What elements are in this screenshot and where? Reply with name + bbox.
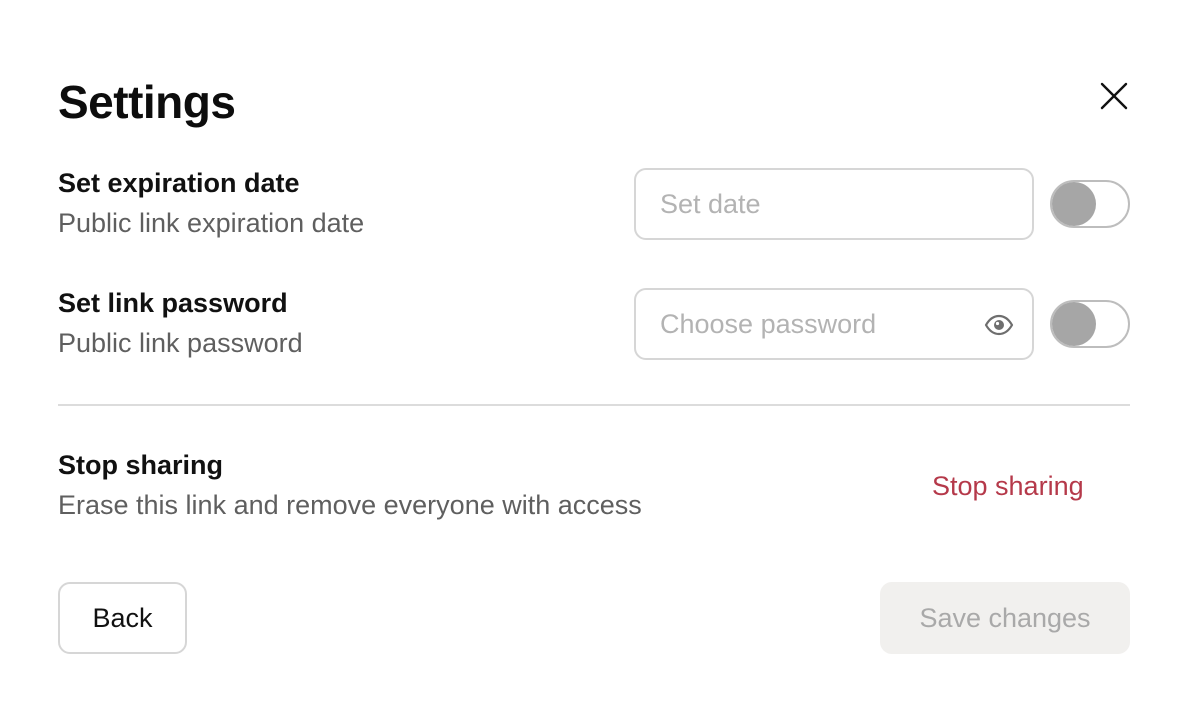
back-button[interactable]: Back bbox=[58, 582, 187, 654]
password-label-group: Set link password Public link password bbox=[58, 286, 303, 360]
expiration-subtitle: Public link expiration date bbox=[58, 208, 365, 238]
stop-sharing-button[interactable]: Stop sharing bbox=[932, 468, 1084, 504]
expiration-date-field[interactable] bbox=[634, 168, 1034, 240]
expiration-toggle[interactable] bbox=[1050, 180, 1130, 228]
password-field[interactable] bbox=[634, 288, 1034, 360]
settings-dialog: Settings Set expiration date Public link… bbox=[0, 0, 1186, 714]
password-toggle[interactable] bbox=[1050, 300, 1130, 348]
password-subtitle: Public link password bbox=[58, 328, 303, 358]
password-input[interactable] bbox=[660, 290, 960, 358]
stop-sharing-subtitle: Erase this link and remove everyone with… bbox=[58, 490, 642, 520]
section-divider bbox=[58, 404, 1130, 406]
eye-icon bbox=[984, 314, 1014, 336]
password-title: Set link password bbox=[58, 288, 288, 318]
dialog-title: Settings bbox=[58, 76, 236, 128]
stop-sharing-label-group: Stop sharing Erase this link and remove … bbox=[58, 448, 642, 522]
close-button[interactable] bbox=[1096, 78, 1132, 114]
close-icon bbox=[1100, 82, 1128, 110]
expiration-title: Set expiration date bbox=[58, 168, 300, 198]
expiration-toggle-knob bbox=[1052, 182, 1096, 226]
save-changes-button[interactable]: Save changes bbox=[880, 582, 1130, 654]
toggle-password-visibility-button[interactable] bbox=[982, 308, 1016, 342]
expiration-label-group: Set expiration date Public link expirati… bbox=[58, 166, 364, 240]
stop-sharing-title: Stop sharing bbox=[58, 450, 224, 480]
expiration-date-input[interactable] bbox=[660, 170, 960, 238]
password-toggle-knob bbox=[1052, 302, 1096, 346]
